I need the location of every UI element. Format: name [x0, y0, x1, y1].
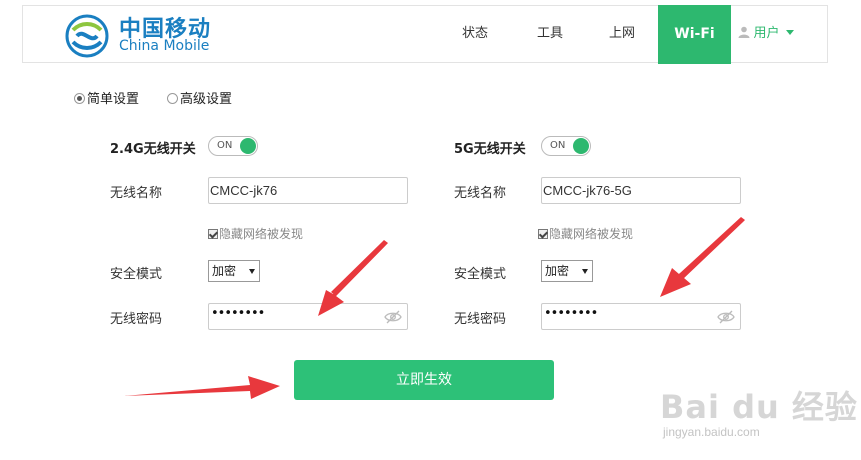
dropdown-arrow-icon: [582, 269, 588, 274]
radio-checked-icon: [74, 93, 85, 104]
band-24g-hide-label: 隐藏网络被发现: [219, 227, 304, 241]
band-24g-password-input[interactable]: ••••••••: [208, 303, 408, 330]
band-5g-ssid-input[interactable]: CMCC-jk76-5G: [541, 177, 741, 204]
band-24g-switch-label: 2.4G无线开关: [110, 142, 196, 157]
band-5g-ssid-label: 无线名称: [454, 186, 507, 201]
top-header: 中国移动 China Mobile 状态 工具 上网 Wi-Fi 用户: [22, 5, 828, 64]
checkbox-checked-icon: [538, 229, 548, 239]
band-24g-password-mask: ••••••••: [211, 306, 265, 321]
band-5g-hide-checkbox[interactable]: 隐藏网络被发现: [538, 225, 633, 242]
mode-simple-label: 简单设置: [87, 92, 140, 107]
user-icon: [738, 26, 750, 38]
band-5g-switch-label: 5G无线开关: [454, 142, 526, 157]
chevron-down-icon: [785, 30, 794, 35]
band-24g-settings: 2.4G无线开关 ON 无线名称 CMCC-jk76 隐藏网络被发现 安全模式 …: [110, 130, 430, 340]
band-5g-settings: 5G无线开关 ON 无线名称 CMCC-jk76-5G 隐藏网络被发现 安全模式…: [454, 130, 774, 340]
band-24g-password-label: 无线密码: [110, 312, 163, 327]
checkbox-checked-icon: [208, 229, 218, 239]
brand-name-en: China Mobile: [119, 38, 210, 54]
band-24g-security-value: 加密: [212, 264, 237, 278]
dropdown-arrow-icon: [249, 269, 255, 274]
watermark-text: Bai du 经验: [660, 388, 858, 426]
eye-slash-icon[interactable]: [717, 309, 735, 325]
band-5g-switch[interactable]: ON: [541, 136, 591, 156]
band-24g-security-label: 安全模式: [110, 267, 163, 282]
mode-advanced-radio[interactable]: 高级设置: [167, 88, 232, 107]
nav-status[interactable]: 状态: [453, 6, 497, 62]
band-24g-ssid-input[interactable]: CMCC-jk76: [208, 177, 408, 204]
watermark-url: jingyan.baidu.com: [663, 425, 760, 439]
china-mobile-logo-icon: [65, 14, 109, 58]
nav-user-label: 用户: [753, 26, 780, 41]
band-24g-switch[interactable]: ON: [208, 136, 258, 156]
band-5g-security-value: 加密: [545, 264, 570, 278]
switch-knob: [240, 138, 256, 154]
band-5g-password-label: 无线密码: [454, 312, 507, 327]
band-24g-switch-state: ON: [217, 140, 233, 151]
radio-unchecked-icon: [167, 93, 178, 104]
red-arrow-icon: [124, 376, 280, 399]
band-5g-password-input[interactable]: ••••••••: [541, 303, 741, 330]
band-5g-security-label: 安全模式: [454, 267, 507, 282]
nav-user-menu[interactable]: 用户: [731, 6, 801, 62]
nav-internet[interactable]: 上网: [600, 6, 644, 62]
band-24g-security-select[interactable]: 加密: [208, 260, 260, 282]
switch-knob: [573, 138, 589, 154]
mode-simple-radio[interactable]: 简单设置: [74, 88, 139, 107]
band-24g-hide-checkbox[interactable]: 隐藏网络被发现: [208, 225, 303, 242]
mode-advanced-label: 高级设置: [180, 92, 233, 107]
band-24g-ssid-label: 无线名称: [110, 186, 163, 201]
nav-tools[interactable]: 工具: [528, 6, 572, 62]
band-5g-switch-state: ON: [550, 140, 566, 151]
router-settings-page: 中国移动 China Mobile 状态 工具 上网 Wi-Fi 用户 简单设置…: [0, 0, 861, 460]
nav-wifi[interactable]: Wi-Fi: [658, 5, 731, 64]
eye-slash-icon[interactable]: [384, 309, 402, 325]
apply-button[interactable]: 立即生效: [294, 360, 554, 400]
band-5g-security-select[interactable]: 加密: [541, 260, 593, 282]
band-5g-password-mask: ••••••••: [544, 306, 598, 321]
band-5g-hide-label: 隐藏网络被发现: [549, 227, 634, 241]
